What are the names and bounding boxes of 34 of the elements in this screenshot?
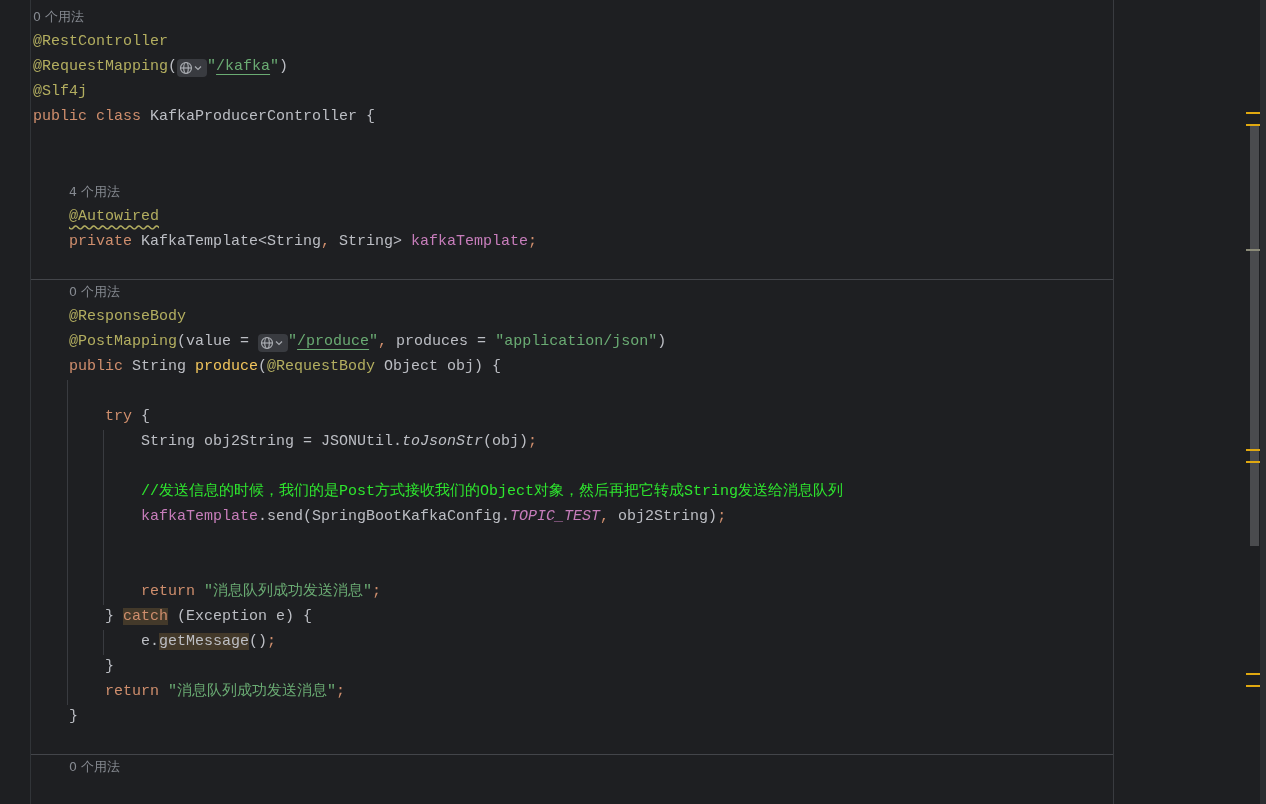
code-text: try {: [105, 407, 151, 428]
code-text: kafkaTemplate.send(SpringBootKafkaConfig.TOPIC_TEST, obj2String);: [141, 507, 727, 528]
warning-stripe-mark[interactable]: [1246, 112, 1260, 114]
code-text: @Slf4j: [33, 82, 87, 103]
warning-stripe-mark[interactable]: [1246, 685, 1260, 687]
code-text: @PostMapping(value =: [69, 332, 251, 353]
code-text: } catch (Exception e) {: [105, 607, 313, 628]
code-text: }: [105, 657, 114, 678]
info-stripe-mark[interactable]: [1246, 249, 1260, 251]
globe-dropdown-icon[interactable]: [258, 333, 289, 352]
code-text: return "消息队列成功发送消息";: [105, 681, 346, 703]
code-text: }: [69, 707, 78, 728]
usages-hint[interactable]: 0 个用法: [33, 8, 84, 27]
code-text: private KafkaTemplate<String, String> kafkaTemplate;: [69, 232, 538, 253]
warning-stripe-mark[interactable]: [1246, 449, 1260, 451]
usages-hint[interactable]: 0 个用法: [69, 758, 120, 777]
code-text: @ResponseBody: [69, 307, 187, 328]
code-text: "/produce", produces = "application/json"): [288, 332, 667, 353]
code-text: @RestController: [33, 32, 169, 53]
warning-stripe-mark[interactable]: [1246, 124, 1260, 126]
scrollbar-thumb[interactable]: [1250, 126, 1259, 546]
warning-stripe-mark[interactable]: [1246, 461, 1260, 463]
code-text: public class KafkaProducerController {: [33, 107, 376, 128]
code-text: @RequestMapping(: [33, 57, 178, 78]
code-text: "/kafka"): [207, 57, 289, 78]
usages-hint[interactable]: 4 个用法: [69, 183, 120, 202]
code-text: @Autowired: [69, 207, 159, 228]
code-text: public String produce(@RequestBody Object obj) {: [69, 357, 502, 378]
code-text: String obj2String = JSONUtil.toJsonStr(obj);: [141, 432, 538, 453]
code-text: //发送信息的时候，我们的是Post方式接收我们的Object对象，然后再把它转成String发送给消息队列: [141, 481, 844, 503]
usages-hint[interactable]: 0 个用法: [69, 283, 120, 302]
warning-stripe-mark[interactable]: [1246, 673, 1260, 675]
code-text: return "消息队列成功发送消息";: [141, 581, 382, 603]
globe-dropdown-icon[interactable]: [177, 58, 208, 77]
